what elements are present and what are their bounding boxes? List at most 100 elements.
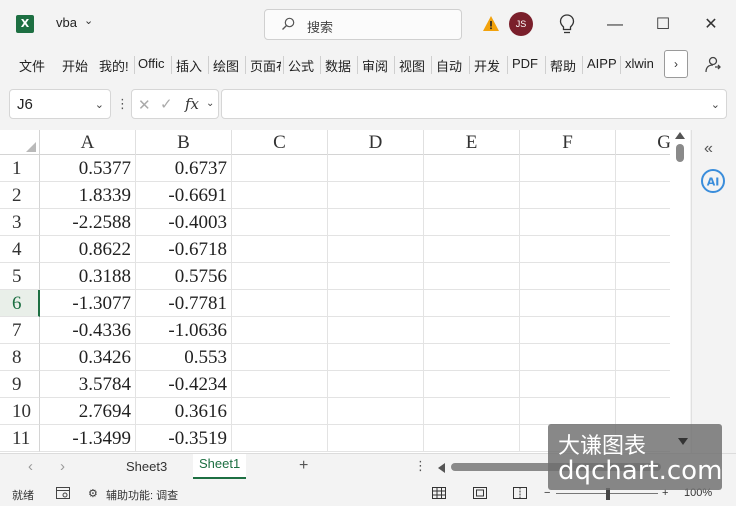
cell-d11[interactable] [328,425,424,452]
cell-c8[interactable] [232,344,328,371]
cell-f2[interactable] [520,182,616,209]
row-header[interactable]: 6 [0,290,40,317]
row-header[interactable]: 11 [0,425,40,452]
cell-d9[interactable] [328,371,424,398]
cell-a5[interactable]: 0.3188 [40,263,136,290]
next-sheet-icon[interactable]: › [60,458,65,475]
check-icon[interactable]: ✓ [160,95,173,113]
cell-g1[interactable] [616,155,670,182]
cell-c4[interactable] [232,236,328,263]
name-box[interactable]: J6 ⌄ [9,89,111,119]
cell-g6[interactable] [616,290,670,317]
select-all-button[interactable] [0,130,40,155]
cell-g5[interactable] [616,263,670,290]
cell-g8[interactable] [616,344,670,371]
column-header-b[interactable]: B [136,130,232,155]
cell-c1[interactable] [232,155,328,182]
cancel-icon[interactable]: ✕ [138,96,151,114]
tab-pdf[interactable]: PDF [512,56,543,71]
cell-f8[interactable] [520,344,616,371]
sheet-tab-sheet1[interactable]: Sheet1 [193,454,247,479]
vertical-scrollbar[interactable] [670,130,690,453]
tab-my[interactable]: 我的! [99,56,132,75]
warning-icon[interactable] [482,15,500,33]
cell-e7[interactable] [424,317,520,344]
formula-input[interactable]: ⌄ [221,89,727,119]
chevron-down-icon[interactable]: ⌄ [711,98,720,111]
chevron-down-icon[interactable]: ⌄ [95,98,104,111]
cell-g10[interactable] [616,398,670,425]
accessibility-status[interactable]: 辅助功能: 调查 [106,487,178,503]
cell-c9[interactable] [232,371,328,398]
cell-g2[interactable] [616,182,670,209]
maximize-button[interactable]: ☐ [648,10,678,40]
tab-view[interactable]: 视图 [399,56,425,75]
cell-f9[interactable] [520,371,616,398]
cell-e3[interactable] [424,209,520,236]
cell-e8[interactable] [424,344,520,371]
tab-formulas[interactable]: 公式 [288,56,314,75]
cell-g7[interactable] [616,317,670,344]
cell-a4[interactable]: 0.8622 [40,236,136,263]
cell-b5[interactable]: 0.5756 [136,263,232,290]
cell-f6[interactable] [520,290,616,317]
row-header[interactable]: 2 [0,182,40,209]
column-header-f[interactable]: F [520,130,616,155]
cell-e6[interactable] [424,290,520,317]
vertical-scroll-thumb[interactable] [676,144,684,162]
lightbulb-icon[interactable] [558,13,576,35]
cell-a3[interactable]: -2.2588 [40,209,136,236]
search-box[interactable]: 搜索 [264,9,462,40]
column-header-a[interactable]: A [40,130,136,155]
cell-b1[interactable]: 0.6737 [136,155,232,182]
cell-b6[interactable]: -0.7781 [136,290,232,317]
cell-c10[interactable] [232,398,328,425]
tab-file[interactable]: 文件 [19,56,45,75]
page-layout-view-icon[interactable] [473,487,487,499]
collapse-panel-icon[interactable]: « [704,140,713,158]
cell-e5[interactable] [424,263,520,290]
tab-automate[interactable]: 自动 [436,56,467,75]
cell-d8[interactable] [328,344,424,371]
cell-g3[interactable] [616,209,670,236]
tab-aipp[interactable]: AIPP [587,56,617,71]
cell-e2[interactable] [424,182,520,209]
cell-d7[interactable] [328,317,424,344]
macro-record-icon[interactable] [56,487,70,499]
cell-e4[interactable] [424,236,520,263]
row-header[interactable]: 8 [0,344,40,371]
cell-g4[interactable] [616,236,670,263]
cell-f5[interactable] [520,263,616,290]
page-break-view-icon[interactable] [513,487,527,499]
cell-d2[interactable] [328,182,424,209]
cell-a9[interactable]: 3.5784 [40,371,136,398]
cell-d3[interactable] [328,209,424,236]
cell-b7[interactable]: -1.0636 [136,317,232,344]
cell-f4[interactable] [520,236,616,263]
column-header-d[interactable]: D [328,130,424,155]
tab-insert[interactable]: 插入 [176,56,202,75]
row-header[interactable]: 3 [0,209,40,236]
cell-e1[interactable] [424,155,520,182]
cell-b11[interactable]: -0.3519 [136,425,232,452]
cell-b3[interactable]: -0.4003 [136,209,232,236]
sheet-tab-sheet3[interactable]: Sheet3 [126,457,167,476]
column-header-e[interactable]: E [424,130,520,155]
row-header[interactable]: 9 [0,371,40,398]
cell-c5[interactable] [232,263,328,290]
cell-e9[interactable] [424,371,520,398]
scroll-up-icon[interactable] [675,132,685,139]
cell-f3[interactable] [520,209,616,236]
cell-b8[interactable]: 0.553 [136,344,232,371]
avatar[interactable]: JS [509,12,533,36]
minimize-button[interactable]: — [600,10,630,40]
cell-a11[interactable]: -1.3499 [40,425,136,452]
cell-d10[interactable] [328,398,424,425]
cell-e11[interactable] [424,425,520,452]
cell-d5[interactable] [328,263,424,290]
tab-review[interactable]: 审阅 [362,56,388,75]
cell-a7[interactable]: -0.4336 [40,317,136,344]
accessibility-icon[interactable]: ⚙ [88,487,98,500]
cell-b4[interactable]: -0.6718 [136,236,232,263]
add-sheet-button[interactable]: + [299,457,308,475]
